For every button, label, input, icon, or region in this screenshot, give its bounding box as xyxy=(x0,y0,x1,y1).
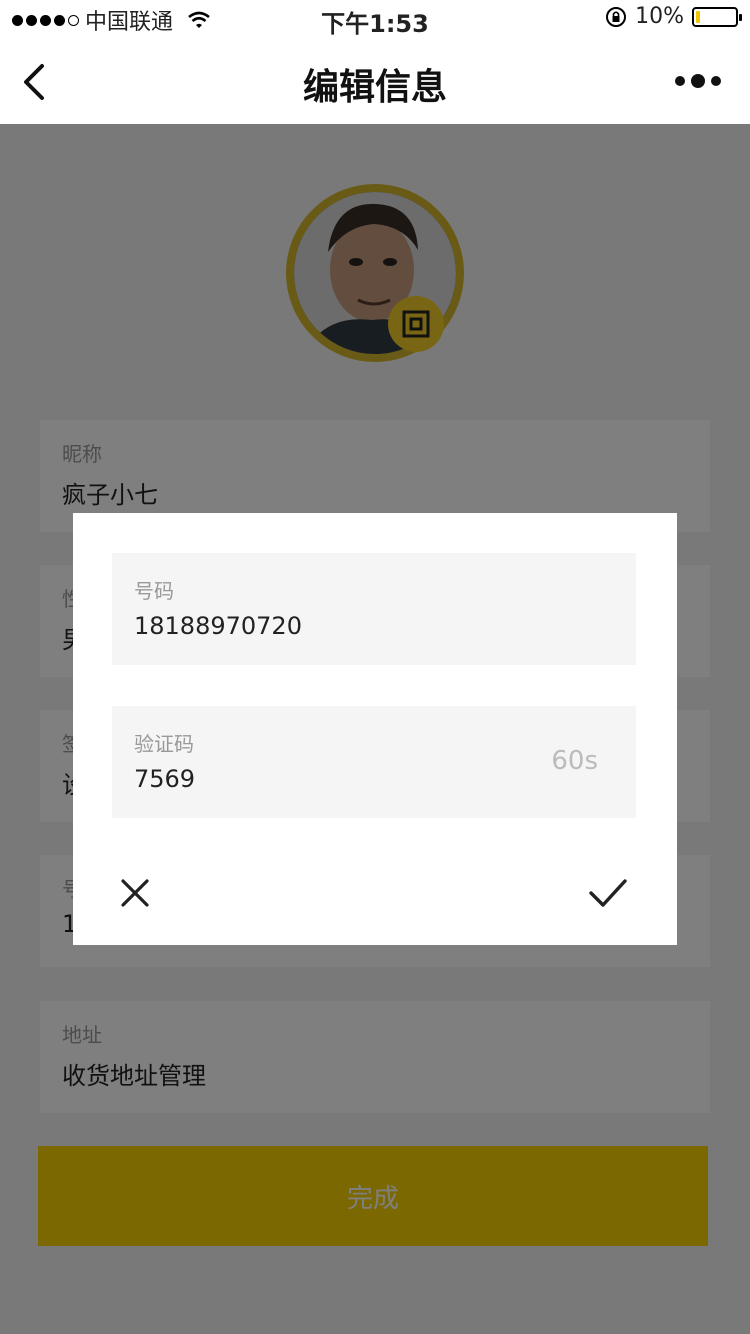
check-icon[interactable] xyxy=(587,875,629,911)
close-icon[interactable] xyxy=(117,875,153,911)
rotation-lock-icon xyxy=(606,6,627,27)
nav-bar: 编辑信息 xyxy=(0,40,750,124)
battery-icon xyxy=(692,6,742,27)
battery-percent: 10% xyxy=(635,4,684,29)
page-title: 编辑信息 xyxy=(302,67,447,108)
verify-phone-dialog: 号码 18188970720 验证码 7569 60s xyxy=(73,513,677,945)
resend-countdown[interactable]: 60s xyxy=(551,746,598,776)
more-icon[interactable] xyxy=(674,70,722,92)
status-right: 10% xyxy=(605,4,742,29)
phone-number-input[interactable]: 号码 18188970720 xyxy=(112,553,636,665)
battery-fill xyxy=(696,10,700,23)
verification-code-value: 7569 xyxy=(134,765,196,793)
status-bar: 中国联通 下午1:53 10% xyxy=(0,0,750,40)
phone-number-value: 18188970720 xyxy=(134,612,302,640)
verification-code-input[interactable]: 验证码 7569 60s xyxy=(112,706,636,818)
verification-code-label: 验证码 xyxy=(134,732,194,756)
phone-number-label: 号码 xyxy=(134,579,174,603)
